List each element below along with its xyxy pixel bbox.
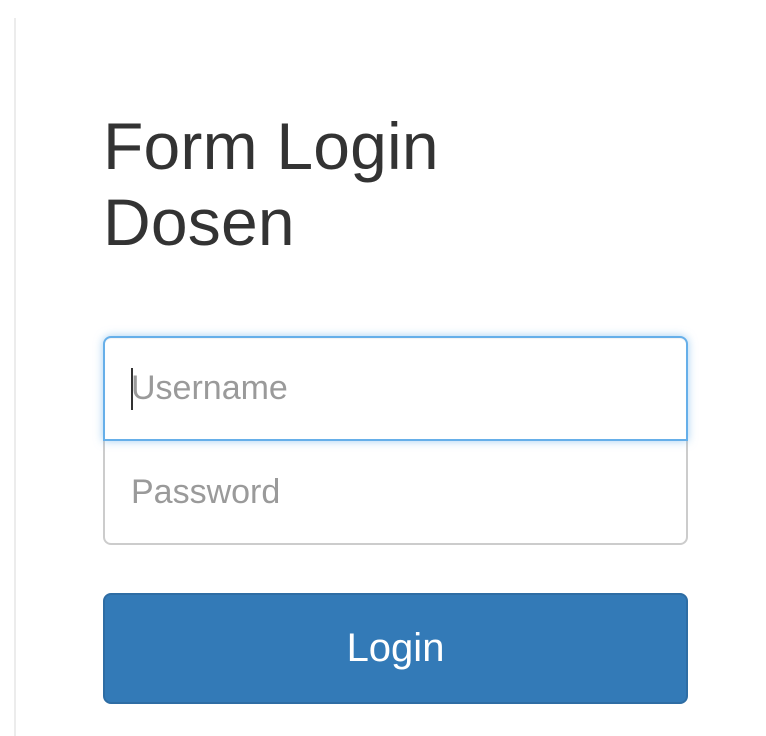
left-divider bbox=[14, 18, 16, 736]
login-page: Form Login Dosen Login bbox=[0, 0, 766, 736]
login-button[interactable]: Login bbox=[103, 593, 688, 704]
credential-input-group bbox=[103, 336, 688, 545]
login-form: Form Login Dosen Login bbox=[103, 0, 688, 736]
form-title: Form Login Dosen bbox=[103, 109, 439, 259]
username-input[interactable] bbox=[103, 336, 688, 441]
password-input[interactable] bbox=[103, 439, 688, 545]
